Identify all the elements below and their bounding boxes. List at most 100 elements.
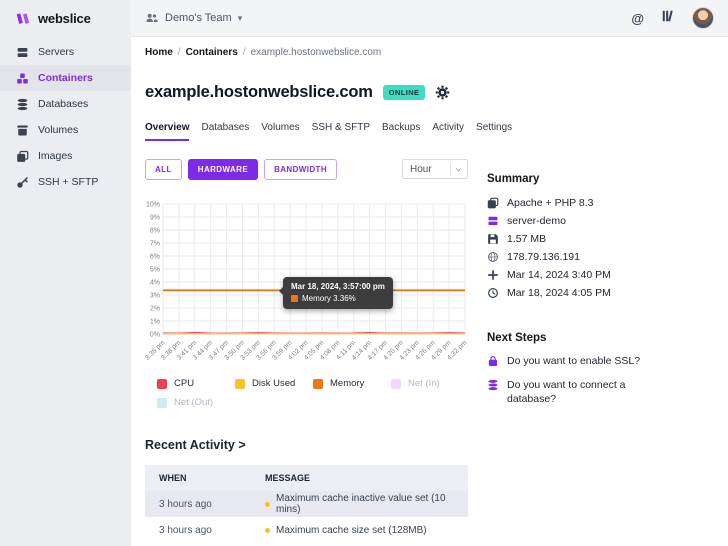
- tab-overview[interactable]: Overview: [145, 122, 189, 141]
- summary-updated: Mar 18, 2024 4:05 PM: [487, 284, 714, 302]
- key-icon: [16, 176, 29, 189]
- legend-label: Disk Used: [252, 378, 295, 389]
- page-title: example.hostonwebslice.com: [145, 83, 373, 102]
- summary-value: Mar 18, 2024 4:05 PM: [507, 287, 611, 299]
- legend-swatch-icon: [157, 398, 167, 408]
- summary-panel: Summary Apache + PHP 8.3 server-demo 1.5…: [487, 47, 714, 546]
- server-icon: [16, 46, 29, 59]
- people-icon: [145, 12, 159, 24]
- svg-text:9%: 9%: [150, 215, 160, 222]
- breadcrumb-containers[interactable]: Containers: [186, 47, 238, 58]
- summary-value: Mar 14, 2024 3:40 PM: [507, 269, 611, 281]
- tab-databases[interactable]: Databases: [201, 122, 249, 141]
- gear-icon[interactable]: [435, 85, 450, 100]
- topbar: Demo's Team ▾ @: [131, 0, 728, 37]
- sidebar-item-servers[interactable]: Servers: [0, 39, 131, 65]
- activity-message: Maximum cache size set (128MB): [276, 525, 427, 536]
- interval-select[interactable]: Hour: [402, 159, 468, 179]
- breadcrumb-separator: /: [178, 47, 181, 58]
- summary-heading: Summary: [487, 173, 714, 185]
- svg-text:0%: 0%: [150, 332, 160, 339]
- chart-filters: ALL HARDWARE BANDWIDTH Hour: [145, 159, 468, 179]
- activity-dot-icon: [265, 502, 270, 507]
- stack-icon: [487, 197, 499, 209]
- tab-activity[interactable]: Activity: [432, 122, 464, 141]
- sidebar: webslice Servers Containers Databases: [0, 0, 131, 546]
- tooltip-timestamp: Mar 18, 2024, 3:57:00 pm: [291, 282, 385, 291]
- sidebar-item-containers[interactable]: Containers: [0, 65, 131, 91]
- svg-text:5%: 5%: [150, 267, 160, 274]
- activity-when: 3 hours ago: [145, 499, 265, 510]
- table-row: 3 hours ago Maximum cache size set (128M…: [145, 517, 468, 543]
- summary-server: server-demo: [487, 212, 714, 230]
- summary-created: Mar 14, 2024 3:40 PM: [487, 266, 714, 284]
- svg-text:3%: 3%: [150, 293, 160, 300]
- legend-swatch-icon: [391, 379, 401, 389]
- tab-backups[interactable]: Backups: [382, 122, 420, 141]
- lock-icon: [487, 355, 499, 367]
- sidebar-item-label: Servers: [38, 46, 74, 58]
- next-step-ssl[interactable]: Do you want to enable SSL?: [487, 354, 667, 368]
- sidebar-item-ssh-sftp[interactable]: SSH + SFTP: [0, 169, 131, 195]
- activity-table-header: WHEN MESSAGE: [145, 465, 468, 491]
- next-steps-panel: Next Steps Do you want to enable SSL? Do…: [487, 332, 714, 406]
- next-step-database[interactable]: Do you want to connect a database?: [487, 378, 667, 406]
- select-divider: [450, 163, 451, 175]
- activity-when: 3 hours ago: [145, 525, 265, 536]
- caret-down-icon: ▾: [238, 13, 243, 24]
- usage-chart[interactable]: 0%1%2%3%4%5%6%7%8%9%10%3:35 pm3:38 pm3:4…: [145, 199, 468, 372]
- tab-volumes[interactable]: Volumes: [261, 122, 299, 141]
- legend-item-net-out[interactable]: Net (Out): [157, 397, 235, 408]
- activity-message: Maximum cache inactive value set (10 min…: [276, 493, 468, 515]
- filter-bandwidth-button[interactable]: BANDWIDTH: [264, 159, 337, 180]
- recent-activity-link[interactable]: Recent Activity >: [145, 438, 468, 452]
- sidebar-item-databases[interactable]: Databases: [0, 91, 131, 117]
- breadcrumb-current: example.hostonwebslice.com: [251, 47, 382, 58]
- interval-value: Hour: [410, 164, 432, 175]
- sidebar-item-label: Containers: [38, 72, 93, 84]
- table-row: 3 hours ago Maximum cache inactive value…: [145, 491, 468, 517]
- summary-ip: 178.79.136.191: [487, 248, 714, 266]
- sidebar-item-images[interactable]: Images: [0, 143, 131, 169]
- legend-item-cpu[interactable]: CPU: [157, 378, 235, 389]
- svg-text:8%: 8%: [150, 228, 160, 235]
- main-content: Home / Containers / example.hostonwebsli…: [131, 37, 728, 546]
- column-when: WHEN: [145, 473, 265, 483]
- next-step-label: Do you want to connect a database?: [507, 378, 667, 406]
- history-icon: [487, 287, 499, 299]
- chevron-down-icon: [454, 165, 463, 174]
- user-avatar[interactable]: [692, 7, 714, 29]
- legend-label: Memory: [330, 378, 364, 389]
- legend-item-net-in[interactable]: Net (In): [391, 378, 469, 389]
- app-window: webslice Servers Containers Databases: [0, 0, 728, 546]
- breadcrumb-home[interactable]: Home: [145, 47, 173, 58]
- next-step-label: Do you want to enable SSL?: [507, 354, 640, 368]
- filter-hardware-button[interactable]: HARDWARE: [188, 159, 258, 180]
- team-switcher[interactable]: Demo's Team ▾: [145, 12, 242, 24]
- library-icon[interactable]: [661, 9, 675, 28]
- brand-logo: webslice: [0, 0, 131, 37]
- sidebar-nav: Servers Containers Databases Volumes: [0, 37, 131, 195]
- tab-ssh-sftp[interactable]: SSH & SFTP: [312, 122, 370, 141]
- sidebar-item-label: Databases: [38, 98, 88, 110]
- disk-icon: [487, 233, 499, 245]
- team-name: Demo's Team: [165, 12, 232, 24]
- sidebar-item-volumes[interactable]: Volumes: [0, 117, 131, 143]
- legend-item-memory[interactable]: Memory: [313, 378, 391, 389]
- legend-label: CPU: [174, 378, 194, 389]
- sidebar-item-label: Volumes: [38, 124, 78, 136]
- svg-text:4%: 4%: [150, 280, 160, 287]
- summary-value: Apache + PHP 8.3: [507, 197, 594, 209]
- tooltip-swatch: [291, 295, 298, 302]
- mentions-icon[interactable]: @: [631, 11, 644, 26]
- svg-text:1%: 1%: [150, 319, 160, 326]
- legend-swatch-icon: [313, 379, 323, 389]
- svg-text:7%: 7%: [150, 241, 160, 248]
- database-icon: [16, 98, 29, 111]
- legend-item-disk-used[interactable]: Disk Used: [235, 378, 313, 389]
- plus-icon: [487, 269, 499, 281]
- webslice-logo-icon: [15, 12, 32, 26]
- activity-dot-icon: [265, 528, 270, 533]
- tab-bar: Overview Databases Volumes SSH & SFTP Ba…: [145, 122, 468, 141]
- filter-all-button[interactable]: ALL: [145, 159, 182, 180]
